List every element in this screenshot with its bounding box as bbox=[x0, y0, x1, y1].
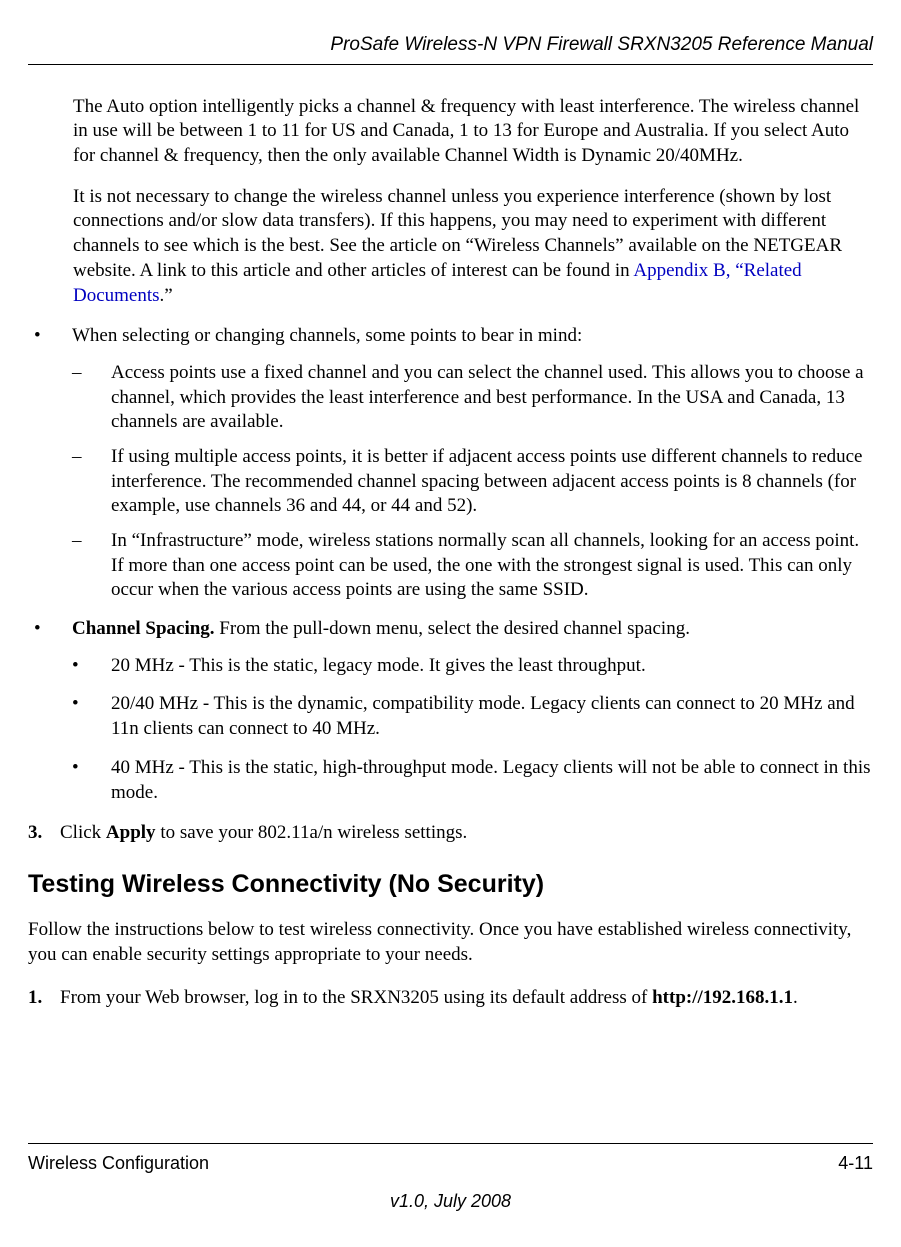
sub-bullet-item: • 40 MHz - This is the static, high-thro… bbox=[72, 756, 873, 805]
footer-section: Wireless Configuration bbox=[28, 1152, 209, 1175]
footer-version: v1.0, July 2008 bbox=[28, 1190, 873, 1213]
bullet-marker: – bbox=[72, 361, 111, 435]
step-bold: Apply bbox=[106, 822, 156, 843]
sub-bullet-item: – If using multiple access points, it is… bbox=[72, 445, 873, 519]
bullet-lead-bold: Channel Spacing. bbox=[72, 618, 215, 639]
page-header-title: ProSafe Wireless-N VPN Firewall SRXN3205… bbox=[28, 33, 873, 65]
bullet-content: 20 MHz - This is the static, legacy mode… bbox=[111, 654, 873, 679]
step-text: to save your 802.11a/n wireless settings… bbox=[156, 822, 468, 843]
bullet-marker: – bbox=[72, 529, 111, 603]
page-footer: Wireless Configuration 4-11 v1.0, July 2… bbox=[28, 1143, 873, 1213]
footer-page-number: 4-11 bbox=[838, 1152, 873, 1175]
numbered-step: 1. From your Web browser, log in to the … bbox=[28, 986, 873, 1011]
bullet-content: If using multiple access points, it is b… bbox=[111, 445, 873, 519]
step-url: http://192.168.1.1 bbox=[652, 987, 793, 1008]
bullet-marker: – bbox=[72, 445, 111, 519]
bullet-content: In “Infrastructure” mode, wireless stati… bbox=[111, 529, 873, 603]
body-paragraph: The Auto option intelligently picks a ch… bbox=[73, 95, 873, 169]
step-content: From your Web browser, log in to the SRX… bbox=[60, 986, 873, 1011]
numbered-step: 3. Click Apply to save your 802.11a/n wi… bbox=[28, 821, 873, 846]
step-text: . bbox=[793, 987, 798, 1008]
intro-paragraph: Follow the instructions below to test wi… bbox=[28, 918, 873, 967]
bullet-marker: • bbox=[34, 617, 72, 642]
bullet-item: • When selecting or changing channels, s… bbox=[34, 324, 873, 349]
paragraph-text: .” bbox=[160, 285, 173, 306]
bullet-marker: • bbox=[34, 324, 72, 349]
step-text: Click bbox=[60, 822, 106, 843]
step-marker: 3. bbox=[28, 821, 60, 846]
sub-bullet-item: • 20 MHz - This is the static, legacy mo… bbox=[72, 654, 873, 679]
bullet-content: Channel Spacing. From the pull-down menu… bbox=[72, 617, 873, 642]
bullet-content: Access points use a fixed channel and yo… bbox=[111, 361, 873, 435]
bullet-content: When selecting or changing channels, som… bbox=[72, 324, 873, 349]
bullet-content: 20/40 MHz - This is the dynamic, compati… bbox=[111, 692, 873, 741]
sub-bullet-item: • 20/40 MHz - This is the dynamic, compa… bbox=[72, 692, 873, 741]
bullet-marker: • bbox=[72, 654, 111, 679]
bullet-content: 40 MHz - This is the static, high-throug… bbox=[111, 756, 873, 805]
bullet-lead-text: From the pull-down menu, select the desi… bbox=[215, 618, 690, 639]
section-heading: Testing Wireless Connectivity (No Securi… bbox=[28, 868, 873, 901]
sub-bullet-item: – Access points use a fixed channel and … bbox=[72, 361, 873, 435]
bullet-marker: • bbox=[72, 692, 111, 741]
step-text: From your Web browser, log in to the SRX… bbox=[60, 987, 652, 1008]
bullet-item: • Channel Spacing. From the pull-down me… bbox=[34, 617, 873, 642]
step-content: Click Apply to save your 802.11a/n wirel… bbox=[60, 821, 873, 846]
bullet-marker: • bbox=[72, 756, 111, 805]
step-marker: 1. bbox=[28, 986, 60, 1011]
body-paragraph: It is not necessary to change the wirele… bbox=[73, 185, 873, 308]
sub-bullet-item: – In “Infrastructure” mode, wireless sta… bbox=[72, 529, 873, 603]
